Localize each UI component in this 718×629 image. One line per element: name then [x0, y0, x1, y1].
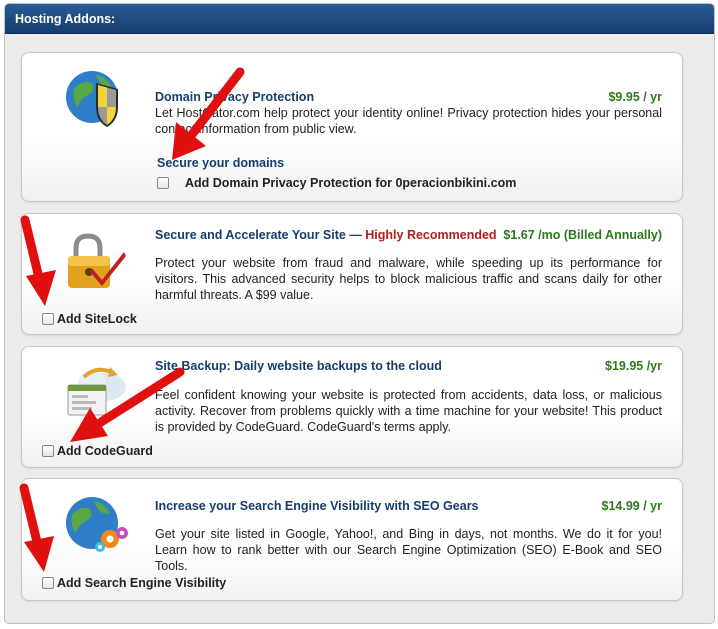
addon-price: $14.99 / yr — [601, 499, 662, 513]
padlock-checkmark-icon — [62, 232, 132, 302]
checkbox-label: Add SiteLock — [57, 312, 137, 326]
addon-sitelock: Secure and Accelerate Your Site — Highly… — [21, 213, 683, 335]
cloud-backup-icon — [62, 363, 132, 433]
secure-domains-heading: Secure your domains — [157, 156, 285, 170]
highly-recommended-label: Highly Recommended — [365, 228, 497, 242]
addon-title-text: Secure and Accelerate Your Site — — [155, 228, 366, 242]
seo-gears-option[interactable]: Add Search Engine Visibility — [42, 576, 226, 590]
globe-gears-icon — [62, 493, 132, 563]
addon-description: Get your site listed in Google, Yahoo!, … — [155, 527, 662, 573]
addon-title: Site Backup: Daily website backups to th… — [155, 359, 442, 373]
checkbox-label: Add Search Engine Visibility — [57, 576, 227, 590]
addon-seo-gears: Increase your Search Engine Visibility w… — [21, 478, 683, 601]
sitelock-option[interactable]: Add SiteLock — [42, 312, 137, 326]
addon-description: Feel confident knowing your website is p… — [155, 388, 662, 434]
checkbox-label: Add Domain Privacy Protection for 0perac… — [185, 176, 517, 190]
seo-gears-checkbox[interactable] — [42, 577, 54, 589]
addon-description: Protect your website from fraud and malw… — [155, 256, 662, 302]
addon-codeguard: Site Backup: Daily website backups to th… — [21, 346, 683, 468]
shield-globe-icon — [62, 63, 132, 133]
addon-price: $19.95 /yr — [605, 359, 662, 373]
domain-privacy-checkbox[interactable] — [157, 177, 169, 189]
addon-title: Domain Privacy Protection — [155, 90, 315, 104]
addon-price: $9.95 / yr — [608, 90, 662, 104]
panel-title: Hosting Addons: — [5, 4, 714, 34]
codeguard-option[interactable]: Add CodeGuard — [42, 444, 153, 458]
addon-title: Secure and Accelerate Your Site — Highly… — [155, 228, 497, 242]
addon-title: Increase your Search Engine Visibility w… — [155, 499, 479, 513]
codeguard-checkbox[interactable] — [42, 445, 54, 457]
addon-description: Let HostGator.com help protect your iden… — [155, 106, 662, 136]
addon-domain-privacy: Domain Privacy Protection $9.95 / yr Let… — [21, 52, 683, 202]
checkbox-label: Add CodeGuard — [57, 444, 153, 458]
domain-privacy-option[interactable]: Add Domain Privacy Protection for 0perac… — [157, 176, 516, 190]
hosting-addons-panel: Hosting Addons: Domain Privacy Protectio… — [4, 3, 715, 624]
sitelock-checkbox[interactable] — [42, 313, 54, 325]
addon-price: $1.67 /mo (Billed Annually) — [503, 228, 662, 242]
